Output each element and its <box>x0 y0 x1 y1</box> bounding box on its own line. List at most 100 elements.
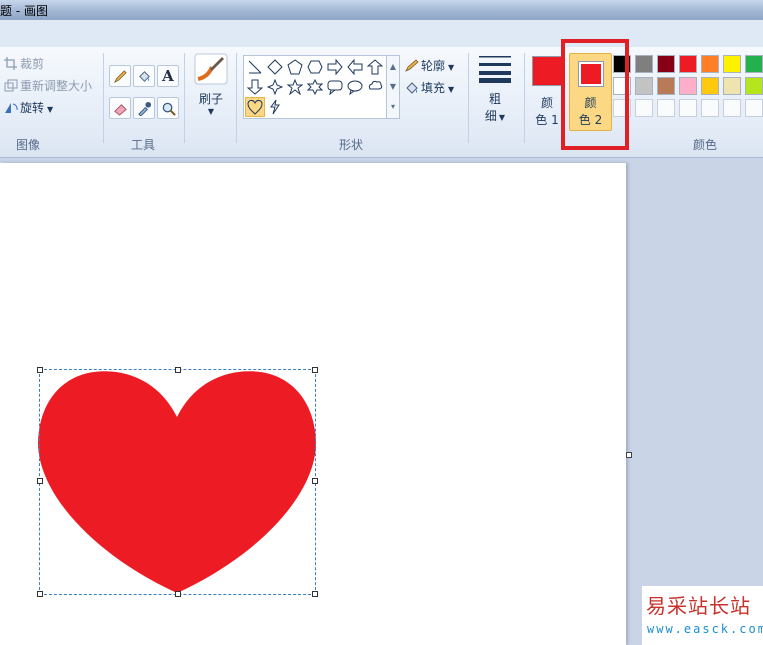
selection-handle[interactable] <box>37 367 43 373</box>
shape-up-arrow-button[interactable] <box>365 57 385 77</box>
custom-color-slot[interactable] <box>723 99 741 117</box>
expand-gallery-icon[interactable]: ▾ <box>387 96 399 116</box>
palette-swatch[interactable] <box>745 55 763 73</box>
selection-handle[interactable] <box>175 591 181 597</box>
palette-swatch[interactable] <box>657 55 675 73</box>
palette-swatch[interactable] <box>701 77 719 95</box>
eyedropper-icon <box>137 101 151 116</box>
up-arrow-icon <box>367 59 383 75</box>
custom-color-slot[interactable] <box>701 99 719 117</box>
shape-four-point-star-button[interactable] <box>265 77 285 97</box>
shape-down-arrow-button[interactable] <box>245 77 265 97</box>
scroll-down-icon[interactable]: ▼ <box>387 76 399 96</box>
scroll-up-icon[interactable]: ▲ <box>387 56 399 76</box>
workspace <box>0 158 763 645</box>
fill-bucket-button[interactable] <box>133 65 155 87</box>
shape-five-point-star-button[interactable] <box>285 77 305 97</box>
color1-swatch <box>532 56 562 86</box>
palette-swatch[interactable] <box>679 77 697 95</box>
custom-color-slot[interactable] <box>679 99 697 117</box>
palette-swatch[interactable] <box>701 55 719 73</box>
shape-diamond-button[interactable] <box>265 57 285 77</box>
canvas-resize-handle[interactable] <box>626 452 632 458</box>
cloud-callout-icon <box>368 80 383 90</box>
shape-right-arrow-button[interactable] <box>325 57 345 77</box>
chevron-down-icon: ▼ <box>498 113 506 122</box>
shape-cloud-callout-button[interactable] <box>365 77 385 97</box>
color2-highlight-annotation <box>561 39 629 150</box>
image-group-label: 图像 <box>16 138 41 152</box>
text-tool-icon: A <box>162 67 174 85</box>
outline-label: 轮廓 <box>421 59 446 73</box>
palette-swatch[interactable] <box>635 77 653 95</box>
rotate-icon <box>4 101 18 114</box>
palette-swatch[interactable] <box>745 77 763 95</box>
left-arrow-icon <box>347 59 363 75</box>
selection-handle[interactable] <box>312 367 318 373</box>
rotate-button[interactable]: 旋转 ▼ <box>4 99 53 116</box>
size-label-line1: 粗 <box>488 92 501 106</box>
text-tool-button[interactable]: A <box>157 65 179 87</box>
shape-pentagon-button[interactable] <box>285 57 305 77</box>
diamond-icon <box>267 59 283 75</box>
fill-bucket-icon <box>138 70 150 82</box>
group-divider <box>236 53 237 143</box>
shape-oval-callout-button[interactable] <box>345 77 365 97</box>
five-point-star-icon <box>287 79 303 95</box>
brushes-button[interactable]: 刷子 ▼ <box>191 53 231 125</box>
shapes-gallery[interactable] <box>243 55 387 119</box>
shape-left-arrow-button[interactable] <box>345 57 365 77</box>
custom-color-slot[interactable] <box>635 99 653 117</box>
size-button[interactable]: 粗 细 ▼ <box>476 53 514 133</box>
selection-box[interactable] <box>37 367 318 597</box>
selection-handle[interactable] <box>37 478 43 484</box>
shape-line-button[interactable] <box>245 57 265 77</box>
custom-color-slot[interactable] <box>745 99 763 117</box>
watermark-title: 易采站长站 <box>646 594 751 618</box>
color1-button[interactable]: 颜 色 1 <box>530 53 564 127</box>
outline-button[interactable]: 轮廓 ▼ <box>405 57 454 74</box>
crop-button[interactable]: 裁剪 <box>4 55 44 72</box>
oval-callout-icon <box>347 80 363 95</box>
chevron-down-icon: ▼ <box>47 105 54 114</box>
colors-group-label: 颜色 <box>693 138 718 152</box>
eraser-button[interactable] <box>109 97 131 119</box>
pentagon-icon <box>287 59 303 75</box>
selection-handle[interactable] <box>312 591 318 597</box>
line-width-icon <box>479 56 511 83</box>
shape-lightning-button[interactable] <box>265 97 285 117</box>
pencil-button[interactable] <box>109 65 131 87</box>
color-picker-button[interactable] <box>133 97 155 119</box>
brush-icon <box>194 53 228 85</box>
palette-swatch[interactable] <box>723 55 741 73</box>
shape-six-point-star-button[interactable] <box>305 77 325 97</box>
resize-button[interactable]: 重新调整大小 <box>4 77 92 94</box>
group-divider <box>103 53 104 143</box>
palette-swatch[interactable] <box>679 55 697 73</box>
shapes-gallery-scrollbar[interactable]: ▲ ▼ ▾ <box>386 55 400 119</box>
shape-rounded-callout-button[interactable] <box>325 77 345 97</box>
selection-handle[interactable] <box>312 478 318 484</box>
down-arrow-icon <box>247 79 263 95</box>
shape-hexagon-button[interactable] <box>305 57 325 77</box>
selection-handle[interactable] <box>175 367 181 373</box>
fill-icon <box>405 81 419 94</box>
palette-swatch[interactable] <box>657 77 675 95</box>
palette-swatch[interactable] <box>723 77 741 95</box>
shape-heart-button[interactable] <box>245 97 265 117</box>
eraser-icon <box>113 103 127 116</box>
crop-label: 裁剪 <box>20 57 45 71</box>
title-bar: 题 - 画图 <box>0 0 763 20</box>
outline-icon <box>405 59 419 72</box>
palette-swatch[interactable] <box>635 55 653 73</box>
drawing-canvas[interactable] <box>0 163 626 645</box>
color1-label-line1: 颜 <box>540 96 553 110</box>
fill-button[interactable]: 填充 ▼ <box>405 79 454 96</box>
brushes-label: 刷子 <box>198 92 223 106</box>
magnifier-button[interactable] <box>157 97 179 119</box>
rotate-label: 旋转 <box>20 101 45 115</box>
heart-icon <box>247 100 263 115</box>
selection-handle[interactable] <box>37 591 43 597</box>
custom-color-slot[interactable] <box>657 99 675 117</box>
ribbon: 裁剪 重新调整大小 旋转 ▼ 图像 A 工具 刷子 ▼ ▲ ▼ ▾ 轮廓 ▼ 填… <box>0 47 763 158</box>
